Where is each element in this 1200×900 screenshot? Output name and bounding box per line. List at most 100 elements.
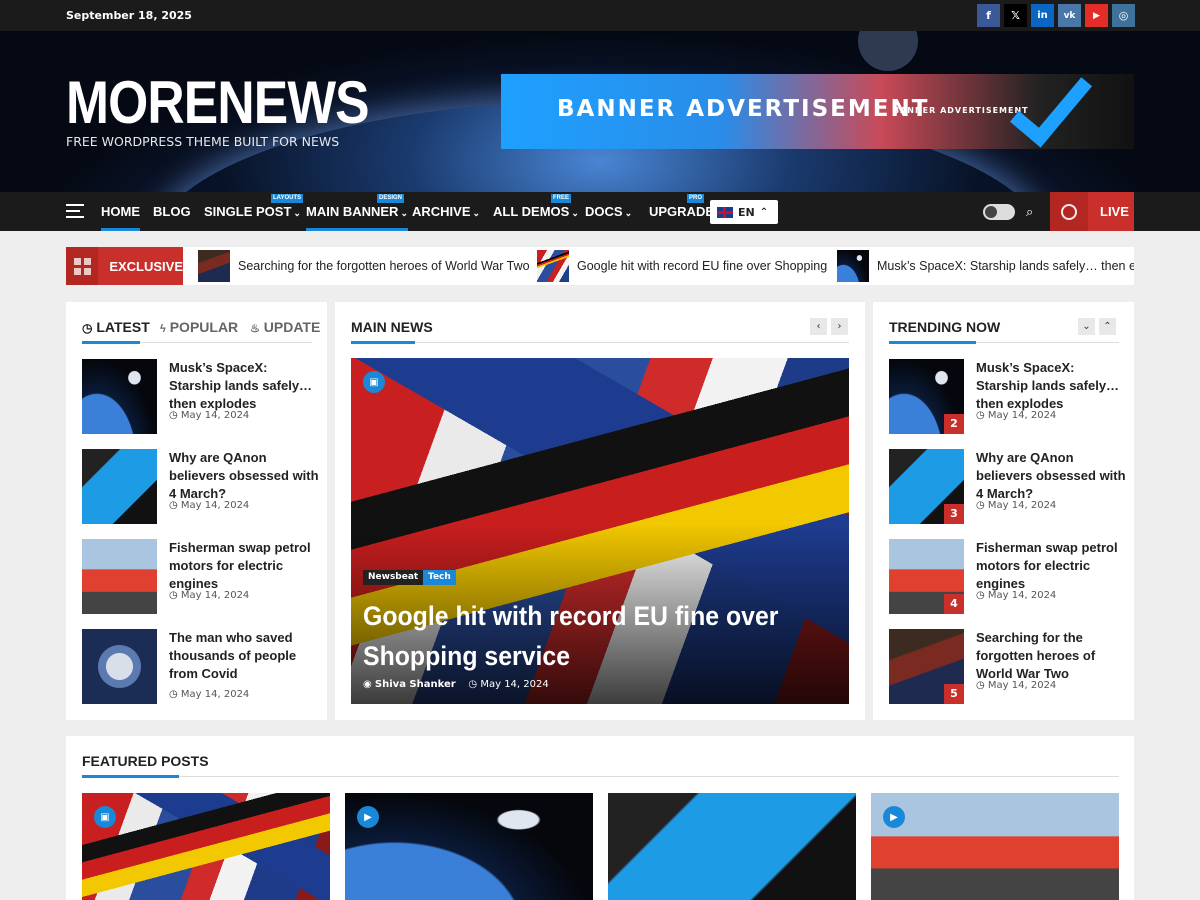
site-tagline: FREE WORDPRESS THEME BUILT FOR NEWS: [66, 134, 340, 149]
clock-icon: ◷: [82, 321, 93, 335]
language-selector[interactable]: EN ⌃: [710, 200, 778, 224]
facebook-icon[interactable]: f: [977, 4, 1000, 27]
moon-background: [858, 31, 918, 71]
section-underline: [889, 341, 1119, 344]
live-button[interactable]: LIVE: [1050, 192, 1134, 231]
ticker-item[interactable]: Searching for the forgotten heroes of Wo…: [198, 250, 530, 282]
section-underline: [82, 775, 1119, 778]
post-title[interactable]: Fisherman swap petrol motors for electri…: [169, 539, 319, 593]
ticker-item[interactable]: Musk’s SpaceX: Starship lands safely… th…: [837, 250, 1134, 282]
site-header: MORENEWS FREE WORDPRESS THEME BUILT FOR …: [0, 31, 1200, 192]
list-item[interactable]: 3 Why are QAnon believers obsessed with …: [889, 449, 1126, 524]
post-date: May 14, 2024: [976, 590, 1056, 601]
instagram-icon[interactable]: ◎: [1112, 4, 1135, 27]
search-icon[interactable]: ⌕: [1026, 205, 1033, 220]
section-underline: [351, 341, 849, 344]
dark-mode-toggle[interactable]: [983, 204, 1015, 220]
nav-upgrade[interactable]: PRO UPGRADE: [649, 192, 714, 231]
nav-blog[interactable]: BLOG: [153, 192, 191, 231]
nav-docs[interactable]: DOCS ⌄: [585, 192, 632, 231]
menu-icon[interactable]: [66, 204, 84, 218]
exclusive-label: EXCLUSIVE: [66, 247, 183, 285]
uk-flag-icon: [717, 206, 733, 218]
bolt-icon: ϟ: [160, 323, 166, 335]
list-item[interactable]: 5 Searching for the forgotten heroes of …: [889, 629, 1119, 704]
post-date: May 14, 2024: [480, 679, 549, 690]
chevron-up-icon[interactable]: ⌃: [1099, 318, 1116, 335]
nav-all-demos[interactable]: FREE ALL DEMOS ⌄: [493, 192, 579, 231]
flame-icon: ♨: [250, 323, 260, 335]
list-item[interactable]: Why are QAnon believers obsessed with 4 …: [82, 449, 319, 524]
youtube-icon[interactable]: ▶: [1085, 4, 1108, 27]
category-badge[interactable]: Tech: [423, 570, 456, 585]
chevron-down-icon: ⌄: [624, 208, 633, 218]
ticker-item[interactable]: Google hit with record EU fine over Shop…: [537, 250, 827, 282]
post-date: May 14, 2024: [976, 680, 1056, 691]
checkmark-icon: [1009, 74, 1093, 148]
post-date: May 14, 2024: [976, 500, 1056, 511]
nav-main-banner[interactable]: DESIGN MAIN BANNER ⌄: [306, 192, 408, 231]
post-title[interactable]: Musk’s SpaceX: Starship lands safely… th…: [169, 359, 319, 413]
tab-popular[interactable]: ϟ POPULAR: [160, 319, 238, 335]
post-title[interactable]: Musk’s SpaceX: Starship lands safely… th…: [976, 359, 1126, 413]
list-item[interactable]: 4 Fisherman swap petrol motors for elect…: [889, 539, 1119, 614]
post-title[interactable]: Searching for the forgotten heroes of Wo…: [976, 629, 1126, 683]
nav-single-post[interactable]: LAYOUTS SINGLE POST ⌄: [204, 192, 304, 231]
post-title[interactable]: Fisherman swap petrol motors for electri…: [976, 539, 1126, 593]
post-title[interactable]: Why are QAnon believers obsessed with 4 …: [169, 449, 319, 503]
site-logo[interactable]: MORENEWS: [66, 71, 370, 135]
image-icon: ▣: [94, 806, 116, 828]
featured-card[interactable]: [345, 793, 593, 900]
grid-icon: [66, 247, 99, 285]
play-icon: ▶: [357, 806, 379, 828]
tab-latest[interactable]: ◷ LATEST: [82, 319, 150, 335]
linkedin-icon[interactable]: in: [1031, 4, 1054, 27]
featured-card[interactable]: [871, 793, 1119, 900]
toggle-knob: [985, 206, 997, 218]
rank-badge: 4: [944, 594, 964, 614]
ticker-thumbnail: [837, 250, 869, 282]
chevron-left-icon[interactable]: ‹: [810, 318, 827, 335]
tab-update[interactable]: ♨ UPDATE: [250, 319, 320, 335]
post-date: May 14, 2024: [976, 410, 1056, 421]
banner-text: BANNER ADVERTISEMENT: [557, 96, 930, 122]
post-date: May 14, 2024: [169, 410, 249, 421]
live-ring-icon: [1050, 192, 1088, 231]
main-news-headline[interactable]: Google hit with record EU fine over Shop…: [363, 596, 795, 676]
chevron-down-icon: ⌄: [400, 208, 408, 218]
user-icon: ◉: [363, 679, 372, 690]
list-item[interactable]: The man who saved thousands of people fr…: [82, 629, 312, 704]
language-label: EN: [738, 205, 755, 219]
rank-badge: 3: [944, 504, 964, 524]
rank-badge: 5: [944, 684, 964, 704]
badge-pro: PRO: [687, 194, 705, 203]
category-badge[interactable]: Newsbeat: [363, 570, 424, 585]
featured-card[interactable]: [82, 793, 330, 900]
post-title[interactable]: Why are QAnon believers obsessed with 4 …: [976, 449, 1126, 503]
banner-small-text: BANNER ADVERTISEMENT: [893, 106, 1029, 115]
featured-card[interactable]: [608, 793, 856, 900]
clock-icon: ◷: [468, 679, 478, 690]
badge-free: FREE: [551, 194, 572, 203]
current-date: September 18, 2025: [66, 9, 192, 22]
list-item[interactable]: 2 Musk’s SpaceX: Starship lands safely… …: [889, 359, 1119, 434]
post-thumbnail: [82, 539, 157, 614]
news-ticker: EXCLUSIVE Searching for the forgotten he…: [66, 247, 1134, 285]
ticker-thumbnail: [537, 250, 569, 282]
x-icon[interactable]: 𝕏: [1004, 4, 1027, 27]
main-news-meta: ◉ Shiva Shanker ◷ May 14, 2024: [363, 679, 549, 690]
post-title[interactable]: The man who saved thousands of people fr…: [169, 629, 319, 683]
banner-advertisement[interactable]: BANNER ADVERTISEMENT BANNER ADVERTISEMEN…: [501, 74, 1134, 149]
list-item[interactable]: Musk’s SpaceX: Starship lands safely… th…: [82, 359, 312, 434]
post-date: May 14, 2024: [169, 689, 249, 700]
chevron-down-icon[interactable]: ⌄: [1078, 318, 1095, 335]
vk-icon[interactable]: vk: [1058, 4, 1081, 27]
live-label: LIVE: [1100, 204, 1129, 219]
tab-underline: [82, 341, 312, 344]
chevron-right-icon[interactable]: ›: [831, 318, 848, 335]
nav-home[interactable]: HOME: [101, 192, 140, 231]
section-title: FEATURED POSTS: [82, 753, 209, 769]
chevron-down-icon: ⌄: [293, 208, 301, 218]
nav-archive[interactable]: ARCHIVE ⌄: [412, 192, 480, 231]
list-item[interactable]: Fisherman swap petrol motors for electri…: [82, 539, 312, 614]
